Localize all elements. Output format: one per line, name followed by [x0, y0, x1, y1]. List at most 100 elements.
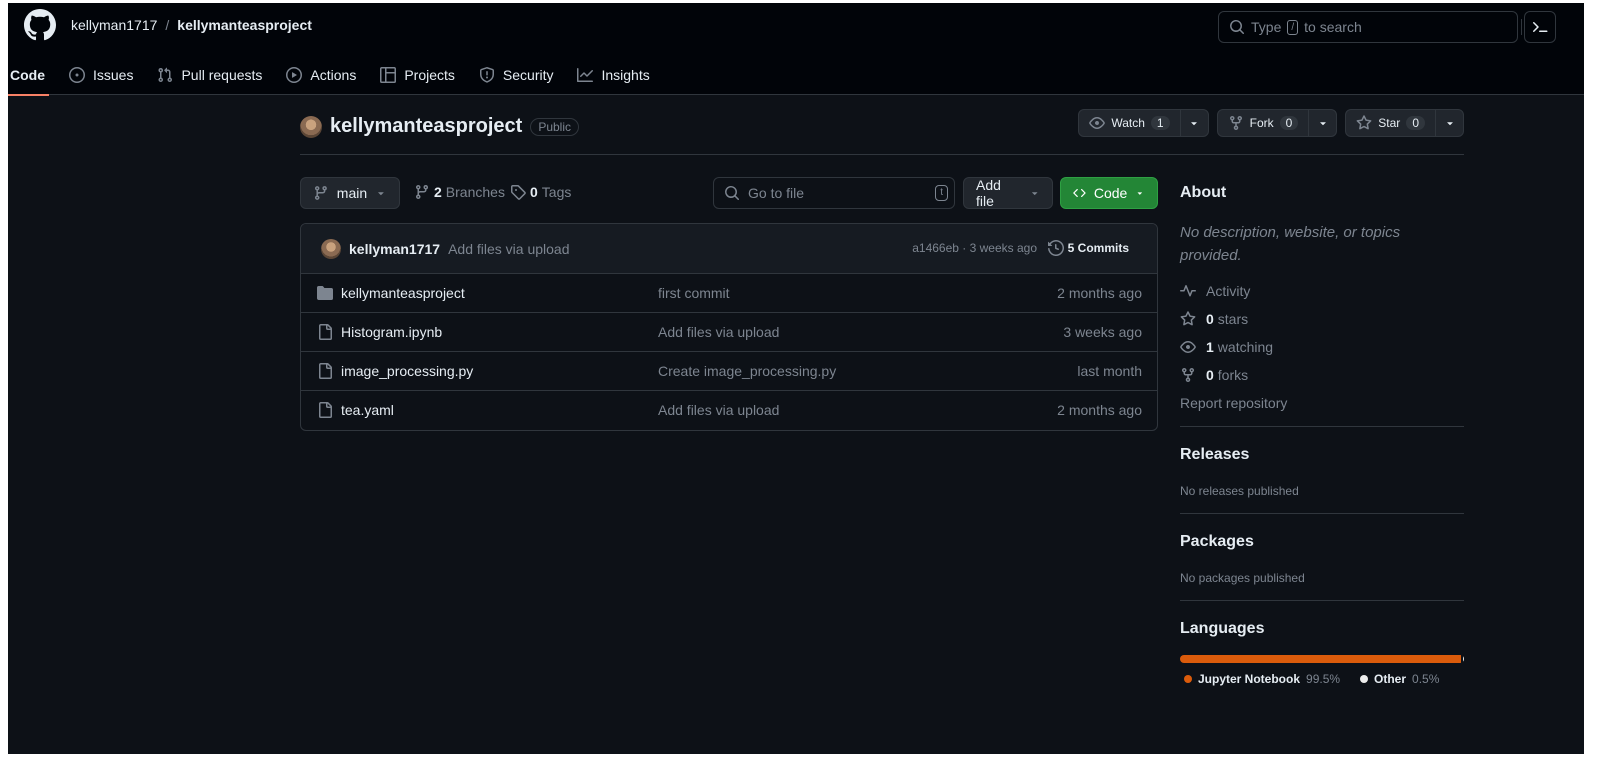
tag-icon: [511, 185, 526, 200]
file-row[interactable]: image_processing.py Create image_process…: [301, 352, 1157, 391]
watching-link[interactable]: 1 watching: [1180, 339, 1273, 355]
file-name[interactable]: image_processing.py: [341, 363, 473, 379]
fork-button: Fork 0: [1216, 109, 1338, 137]
commit-author-avatar[interactable]: [321, 238, 341, 259]
fork-label: Fork: [1249, 116, 1274, 130]
tab-label: Pull requests: [181, 67, 263, 83]
star-button: Star 0: [1345, 109, 1464, 137]
releases-heading[interactable]: Releases: [1180, 446, 1249, 464]
search-input[interactable]: Type / to search: [1218, 11, 1518, 43]
file-icon: [319, 324, 332, 340]
breadcrumb: kellyman1717 / kellymanteasproject: [71, 17, 312, 33]
triangle-down-icon: [1320, 122, 1326, 126]
branch-icon: [314, 186, 327, 200]
fork-icon: [1229, 116, 1242, 131]
star-label: Star: [1378, 116, 1401, 130]
activity-link[interactable]: Activity: [1180, 283, 1250, 299]
pulse-icon: [1180, 285, 1196, 297]
triangle-down-icon: [1137, 192, 1143, 195]
triangle-down-icon: [378, 192, 384, 196]
go-to-file-shortcut: t: [935, 185, 948, 201]
tab-code[interactable]: Code: [8, 55, 57, 96]
language-color-dot: [1360, 675, 1368, 683]
releases-empty-text: No releases published: [1180, 484, 1299, 498]
search-shortcut-key: /: [1287, 19, 1299, 35]
breadcrumb-owner[interactable]: kellyman1717: [71, 17, 157, 33]
triangle-down-icon: [1446, 122, 1453, 126]
file-row[interactable]: Histogram.ipynb Add files via upload 3 w…: [301, 313, 1157, 352]
tags-link[interactable]: 0 Tags: [510, 184, 571, 200]
tab-label: Insights: [601, 67, 650, 83]
tab-security[interactable]: Security: [467, 55, 566, 95]
code-button[interactable]: Code: [1060, 177, 1158, 209]
report-repository-link[interactable]: Report repository: [1180, 395, 1287, 411]
fork-count: 0: [1279, 116, 1299, 130]
commit-author[interactable]: kellyman1717: [349, 241, 440, 257]
file-commit-message[interactable]: Add files via upload: [658, 402, 779, 418]
file-commit-message[interactable]: Add files via upload: [658, 324, 779, 340]
commit-meta[interactable]: a1466eb · 3 weeks ago: [912, 241, 1037, 255]
tab-pull-requests[interactable]: Pull requests: [145, 55, 274, 95]
folder-icon: [317, 286, 333, 300]
tab-insights[interactable]: Insights: [565, 55, 661, 95]
star-dropdown[interactable]: [1435, 110, 1463, 136]
fork-main[interactable]: Fork 0: [1218, 110, 1309, 136]
branch-selector[interactable]: main: [300, 177, 400, 209]
language-name: Jupyter Notebook: [1198, 672, 1301, 686]
file-commit-message[interactable]: Create image_processing.py: [658, 363, 836, 379]
pull-request-icon: [158, 67, 173, 83]
add-file-label: Add file: [976, 177, 1001, 209]
file-icon: [319, 402, 332, 418]
file-name[interactable]: Histogram.ipynb: [341, 324, 442, 340]
file-date: 2 months ago: [1057, 285, 1142, 301]
repo-actions: Watch 1 Fork 0 Star 0: [1078, 109, 1464, 137]
command-palette-button[interactable]: [1521, 11, 1556, 43]
branches-label: Branches: [445, 184, 505, 200]
about-description: No description, website, or topics provi…: [1180, 224, 1401, 264]
language-bar-segment: [1180, 655, 1461, 663]
sidebar-divider: [1180, 513, 1464, 514]
packages-heading[interactable]: Packages: [1180, 533, 1254, 551]
commits-link[interactable]: 5 Commits: [1047, 240, 1129, 256]
search-divider: [1521, 19, 1522, 35]
github-logo-icon[interactable]: [24, 9, 56, 41]
forks-link[interactable]: 0 forks: [1180, 367, 1248, 383]
repo-name[interactable]: kellymanteasproject: [330, 115, 522, 138]
language-item-other[interactable]: Other 0.5%: [1360, 672, 1439, 686]
tab-issues[interactable]: Issues: [57, 55, 145, 95]
fork-dropdown[interactable]: [1308, 110, 1336, 136]
file-commit-message[interactable]: first commit: [658, 285, 730, 301]
packages-empty-text: No packages published: [1180, 571, 1305, 585]
global-header: kellyman1717 / kellymanteasproject Type …: [8, 3, 1584, 96]
file-name[interactable]: kellymanteasproject: [341, 285, 465, 301]
search-suffix: to search: [1304, 19, 1362, 35]
language-color-dot: [1184, 675, 1192, 683]
forks-count: 0: [1206, 367, 1214, 383]
eye-icon: [1180, 341, 1196, 353]
github-window: kellyman1717 / kellymanteasproject Type …: [8, 3, 1584, 754]
triangle-down-icon: [1191, 122, 1197, 126]
go-to-file-input[interactable]: Go to file t: [713, 177, 955, 209]
shield-icon: [479, 67, 494, 83]
file-row[interactable]: tea.yaml Add files via upload 2 months a…: [301, 391, 1157, 430]
owner-avatar[interactable]: [300, 115, 322, 138]
star-main[interactable]: Star 0: [1346, 110, 1435, 136]
language-name: Other: [1374, 672, 1407, 686]
watch-main[interactable]: Watch 1: [1079, 110, 1179, 136]
breadcrumb-repo[interactable]: kellymanteasproject: [177, 17, 312, 33]
add-file-button[interactable]: Add file: [963, 177, 1053, 209]
watch-dropdown[interactable]: [1179, 110, 1208, 136]
file-date: 3 weeks ago: [1063, 324, 1142, 340]
file-name[interactable]: tea.yaml: [341, 402, 394, 418]
tab-projects[interactable]: Projects: [368, 55, 467, 95]
stars-link[interactable]: 0 stars: [1180, 311, 1248, 327]
watch-count: 1: [1150, 116, 1170, 130]
file-row[interactable]: kellymanteasproject first commit 2 month…: [301, 274, 1157, 313]
languages-heading: Languages: [1180, 620, 1265, 637]
commit-message[interactable]: Add files via upload: [448, 241, 569, 257]
visibility-badge: Public: [530, 117, 580, 136]
branch-icon: [415, 185, 428, 200]
language-item-jupyter[interactable]: Jupyter Notebook 99.5%: [1184, 672, 1340, 686]
branches-link[interactable]: 2 Branches: [414, 184, 505, 200]
tab-actions[interactable]: Actions: [274, 55, 368, 95]
